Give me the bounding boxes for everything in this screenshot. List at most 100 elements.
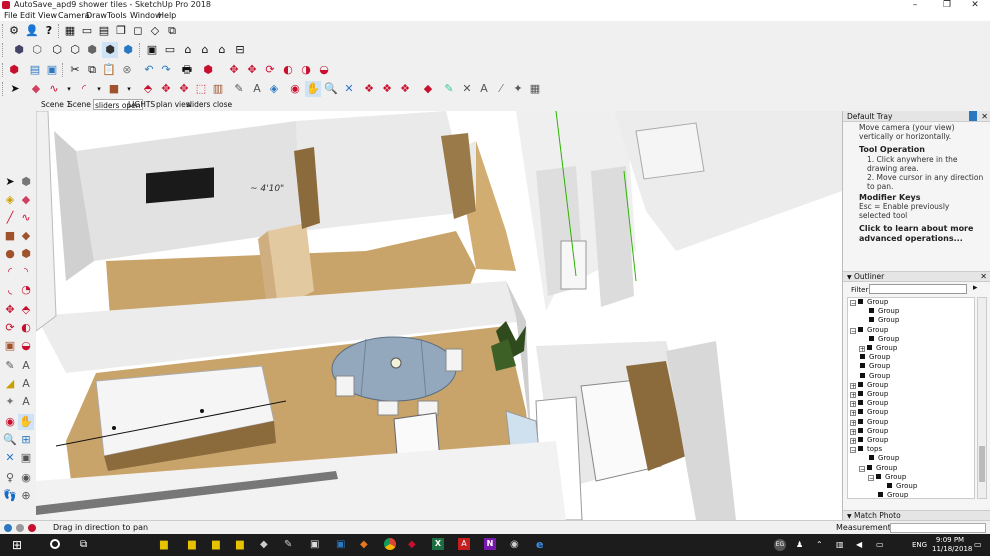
paint-bucket-icon[interactable]: ◈ [2, 192, 18, 208]
file-explorer-icon[interactable]: ▆ [160, 539, 168, 550]
section-plane-icon[interactable]: ✦ [510, 81, 526, 97]
outliner-row[interactable]: − Group [859, 464, 897, 473]
line-dropdown-icon[interactable]: ▾ [61, 81, 77, 97]
toolbar-grip[interactable] [139, 43, 142, 57]
erase-icon[interactable]: ⊗ [119, 62, 135, 78]
redo-icon[interactable]: ↷ [158, 62, 174, 78]
rotate-left-icon[interactable]: ⟳ [2, 320, 18, 336]
share-component-icon[interactable]: ❖ [379, 81, 395, 97]
acrobat-icon[interactable]: A [458, 538, 470, 550]
collapse-icon[interactable]: − [850, 327, 856, 334]
3d-warehouse-icon[interactable]: ❖ [361, 81, 377, 97]
app-icon-1[interactable]: ◆ [260, 539, 268, 550]
language-indicator[interactable]: ENG [912, 541, 927, 549]
outliner-row[interactable]: − tops [850, 445, 882, 454]
make-component-icon[interactable]: ⬢ [18, 174, 34, 190]
menu-help[interactable]: Help [158, 10, 176, 21]
tab-sliders-close[interactable]: sliders close [186, 99, 232, 110]
extension-warehouse-icon[interactable]: ◇ [147, 23, 163, 39]
expand-icon[interactable]: + [850, 428, 856, 435]
volume-icon[interactable]: ◀ [856, 540, 862, 549]
ruby-console-icon[interactable]: ◆ [420, 81, 436, 97]
zoom-left-icon[interactable]: 🔍 [2, 432, 18, 448]
outliner-row[interactable]: + Group [850, 399, 888, 408]
menu-file[interactable]: File [4, 10, 17, 21]
outliner-row[interactable]: Group [850, 372, 890, 381]
model-info-icon[interactable]: ⬢ [200, 62, 216, 78]
new-model-icon[interactable]: ⬢ [6, 62, 22, 78]
left-view-icon[interactable]: ⊟ [232, 42, 248, 58]
tray-close-icon[interactable]: ✕ [981, 111, 988, 122]
component-browser-icon[interactable]: ❐ [113, 23, 129, 39]
push-pull-icon[interactable]: ⬘ [140, 81, 156, 97]
geo-location-icon[interactable] [4, 524, 12, 532]
zoom-extents-left-icon[interactable]: ✕ [2, 450, 18, 466]
toolbar-grip[interactable] [2, 82, 5, 96]
maximize-button[interactable]: ❐ [932, 0, 962, 10]
chrome-icon[interactable] [384, 538, 396, 550]
line-tool-icon[interactable]: ∿ [46, 81, 62, 97]
toolbar-grip[interactable] [58, 24, 61, 38]
show-hidden-icons[interactable]: ⌃ [816, 540, 823, 549]
tray-pin-icon[interactable] [969, 111, 977, 121]
text-tool-icon[interactable]: A [249, 81, 265, 97]
three-point-arc-icon[interactable]: ◟ [2, 282, 18, 298]
expand-icon[interactable]: + [850, 382, 856, 389]
print-icon[interactable]: 🖶 [179, 62, 195, 78]
offset-tool-icon[interactable]: ◒ [316, 62, 332, 78]
move-tool-icon[interactable]: ✥ [226, 62, 242, 78]
outliner-row[interactable]: Group [850, 353, 890, 362]
select-icon[interactable]: ➤ [2, 174, 18, 190]
top-view-icon[interactable]: ▭ [162, 42, 178, 58]
expand-icon[interactable]: + [859, 346, 865, 353]
move-left-icon[interactable]: ✥ [2, 302, 18, 318]
text-left-icon[interactable]: A [18, 376, 34, 392]
expand-icon[interactable]: + [850, 392, 856, 399]
excel-icon[interactable]: X [432, 538, 444, 550]
paste-icon[interactable]: 📋 [101, 62, 117, 78]
offset-icon[interactable]: ▥ [210, 81, 226, 97]
network-icon[interactable]: ▥ [836, 540, 844, 549]
position-camera-left-icon[interactable]: ♀ [2, 470, 18, 486]
help-question-icon[interactable]: ? [41, 23, 57, 39]
scale-tool-icon[interactable]: ◑ [298, 62, 314, 78]
zoom-extents-icon[interactable]: ✕ [341, 81, 357, 97]
outliner-row[interactable]: Group [859, 307, 899, 316]
drawing-area-viewport[interactable]: ~ 4'10" [36, 111, 842, 520]
people-icon[interactable]: ♟ [796, 540, 803, 549]
scale-left-icon[interactable]: ▣ [2, 338, 18, 354]
circle-icon[interactable]: ● [2, 246, 18, 262]
sketchup-taskbar-icon[interactable]: ◆ [408, 539, 416, 550]
menu-view[interactable]: View [38, 10, 57, 21]
outliner-details-arrow-icon[interactable]: ▸ [973, 283, 978, 293]
expand-icon[interactable]: + [850, 419, 856, 426]
arc-icon[interactable]: ◜ [2, 264, 18, 280]
push-pull-tool-icon[interactable]: ✥ [244, 62, 260, 78]
line-icon[interactable]: ╱ [2, 210, 18, 226]
eraser-tool-icon[interactable]: ◆ [28, 81, 44, 97]
outliner-row[interactable]: + Group [850, 390, 888, 399]
dimension-left-icon[interactable]: A [18, 358, 34, 374]
toolbar-grip[interactable] [2, 63, 5, 77]
toolbar-grip[interactable] [2, 24, 5, 38]
menu-draw[interactable]: Draw [86, 10, 107, 21]
outliner-scrollbar[interactable] [977, 297, 987, 499]
select-tool-icon[interactable]: ➤ [7, 81, 23, 97]
user-account-icon[interactable]: 👤 [24, 23, 40, 39]
orbit-left-icon[interactable]: ◉ [2, 414, 18, 430]
folder-2-icon[interactable]: ▆ [212, 539, 220, 550]
minimize-button[interactable]: – [900, 0, 930, 10]
expand-icon[interactable]: + [850, 401, 856, 408]
layer-manager-icon[interactable]: ▤ [96, 23, 112, 39]
close-button[interactable]: ✕ [960, 0, 990, 10]
notifications-icon[interactable]: ▭ [974, 540, 982, 549]
app-icon-3[interactable]: ▣ [310, 539, 319, 550]
outliner-row[interactable]: + Group [850, 408, 888, 417]
two-point-arc-icon[interactable]: ◝ [18, 264, 34, 280]
pie-icon[interactable]: ◔ [18, 282, 34, 298]
windows-start-icon[interactable]: ⊞ [12, 538, 22, 552]
tape-measure-tool-icon[interactable]: ✎ [231, 81, 247, 97]
axes-left-icon[interactable]: ✦ [2, 394, 18, 410]
rotate-tool-icon[interactable]: ⟳ [262, 62, 278, 78]
shape-dropdown-icon[interactable]: ▾ [121, 81, 137, 97]
